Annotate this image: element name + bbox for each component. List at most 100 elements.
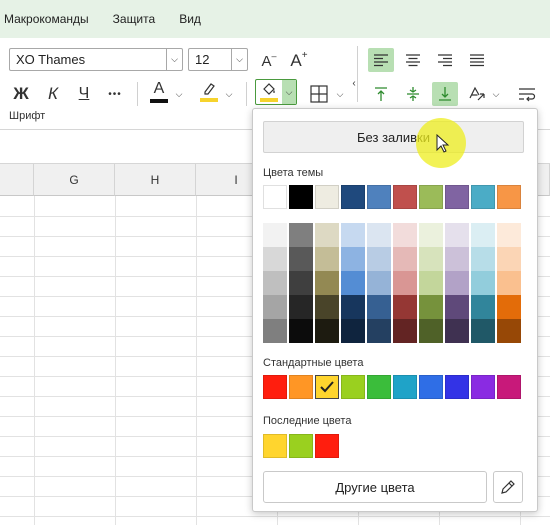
theme-shade-swatch[interactable]	[367, 295, 391, 319]
menu-view[interactable]: Вид	[179, 12, 201, 26]
theme-shade-swatch[interactable]	[315, 319, 339, 343]
recent-color-swatch[interactable]	[289, 434, 313, 458]
theme-shade-swatch[interactable]	[445, 295, 469, 319]
standard-color-swatch[interactable]	[497, 375, 521, 399]
theme-shade-swatch[interactable]	[263, 319, 287, 343]
chevron-down-icon[interactable]: ⌵	[172, 82, 186, 106]
highlight-button[interactable]	[197, 78, 221, 106]
theme-color-swatch[interactable]	[445, 185, 469, 209]
theme-shade-swatch[interactable]	[445, 223, 469, 247]
standard-color-swatch[interactable]	[341, 375, 365, 399]
theme-color-swatch[interactable]	[289, 185, 313, 209]
menu-macros[interactable]: Макрокоманды	[4, 12, 89, 26]
theme-shade-swatch[interactable]	[367, 271, 391, 295]
theme-color-swatch[interactable]	[341, 185, 365, 209]
theme-shade-swatch[interactable]	[471, 295, 495, 319]
theme-shade-swatch[interactable]	[315, 247, 339, 271]
theme-shade-swatch[interactable]	[341, 319, 365, 343]
theme-color-swatch[interactable]	[393, 185, 417, 209]
theme-shade-swatch[interactable]	[367, 247, 391, 271]
font-size-select[interactable]: 12 ⌵	[188, 48, 248, 71]
theme-shade-swatch[interactable]	[315, 271, 339, 295]
theme-shade-swatch[interactable]	[419, 271, 443, 295]
align-right-button[interactable]	[432, 48, 458, 72]
theme-shade-swatch[interactable]	[341, 295, 365, 319]
more-colors-button[interactable]: Другие цвета	[263, 471, 487, 503]
theme-shade-swatch[interactable]	[497, 319, 521, 343]
theme-shade-swatch[interactable]	[315, 223, 339, 247]
theme-shade-swatch[interactable]	[315, 295, 339, 319]
theme-shade-swatch[interactable]	[341, 271, 365, 295]
theme-shade-swatch[interactable]	[393, 319, 417, 343]
theme-shade-swatch[interactable]	[445, 319, 469, 343]
chevron-down-icon[interactable]: ⌵	[231, 49, 247, 70]
align-center-button[interactable]	[400, 48, 426, 72]
chevron-left-icon[interactable]: ‹	[349, 76, 359, 90]
theme-color-swatch[interactable]	[263, 185, 287, 209]
text-orientation-button[interactable]	[464, 82, 490, 106]
theme-color-swatch[interactable]	[367, 185, 391, 209]
menu-protection[interactable]: Защита	[113, 12, 156, 26]
theme-shade-swatch[interactable]	[289, 295, 313, 319]
theme-shade-swatch[interactable]	[367, 319, 391, 343]
standard-color-swatch[interactable]	[445, 375, 469, 399]
theme-shade-swatch[interactable]	[289, 247, 313, 271]
theme-color-swatch[interactable]	[315, 185, 339, 209]
align-left-button[interactable]	[368, 48, 394, 72]
theme-shade-swatch[interactable]	[289, 271, 313, 295]
theme-shade-swatch[interactable]	[263, 271, 287, 295]
eyedropper-button[interactable]	[493, 471, 523, 503]
theme-shade-swatch[interactable]	[445, 247, 469, 271]
chevron-down-icon[interactable]: ⌵	[491, 82, 501, 106]
standard-color-swatch[interactable]	[419, 375, 443, 399]
justify-button[interactable]	[464, 48, 490, 72]
standard-color-swatch[interactable]	[367, 375, 391, 399]
theme-shade-swatch[interactable]	[341, 223, 365, 247]
decrease-font-size-button[interactable]: A –	[258, 50, 280, 72]
fill-bucket-area[interactable]	[256, 80, 282, 104]
theme-shade-swatch[interactable]	[393, 247, 417, 271]
font-color-button[interactable]: A	[147, 78, 171, 106]
theme-shade-swatch[interactable]	[341, 247, 365, 271]
theme-shade-swatch[interactable]	[393, 271, 417, 295]
theme-shade-swatch[interactable]	[471, 271, 495, 295]
chevron-down-icon[interactable]: ⌵	[282, 80, 296, 104]
bold-button[interactable]: Ж	[9, 82, 33, 106]
theme-color-swatch[interactable]	[419, 185, 443, 209]
theme-shade-swatch[interactable]	[419, 319, 443, 343]
theme-shade-swatch[interactable]	[419, 295, 443, 319]
borders-button[interactable]	[306, 82, 332, 106]
theme-shade-swatch[interactable]	[263, 295, 287, 319]
theme-shade-swatch[interactable]	[497, 271, 521, 295]
standard-color-swatch[interactable]	[393, 375, 417, 399]
theme-shade-swatch[interactable]	[497, 295, 521, 319]
wrap-text-button[interactable]	[514, 82, 540, 106]
align-bottom-button[interactable]	[432, 82, 458, 106]
standard-color-swatch[interactable]	[289, 375, 313, 399]
italic-button[interactable]: К	[41, 82, 65, 106]
theme-shade-swatch[interactable]	[471, 319, 495, 343]
theme-shade-swatch[interactable]	[471, 223, 495, 247]
theme-shade-swatch[interactable]	[497, 223, 521, 247]
chevron-down-icon[interactable]: ⌵	[333, 82, 347, 106]
align-middle-button[interactable]	[400, 82, 426, 106]
column-header-g[interactable]: G	[34, 164, 115, 196]
increase-font-size-button[interactable]: A +	[288, 50, 310, 72]
fill-color-button[interactable]: ⌵	[255, 79, 297, 105]
recent-color-swatch[interactable]	[315, 434, 339, 458]
theme-shade-swatch[interactable]	[263, 247, 287, 271]
theme-color-swatch[interactable]	[471, 185, 495, 209]
align-top-button[interactable]	[368, 82, 394, 106]
theme-shade-swatch[interactable]	[419, 247, 443, 271]
theme-shade-swatch[interactable]	[497, 247, 521, 271]
font-name-select[interactable]: XO Thames ⌵	[9, 48, 183, 71]
theme-shade-swatch[interactable]	[263, 223, 287, 247]
theme-shade-swatch[interactable]	[471, 247, 495, 271]
more-options-button[interactable]: •••	[102, 82, 128, 106]
theme-shade-swatch[interactable]	[289, 319, 313, 343]
standard-color-swatch[interactable]	[315, 375, 339, 399]
standard-color-swatch[interactable]	[471, 375, 495, 399]
theme-shade-swatch[interactable]	[367, 223, 391, 247]
theme-shade-swatch[interactable]	[419, 223, 443, 247]
chevron-down-icon[interactable]: ⌵	[222, 82, 236, 106]
